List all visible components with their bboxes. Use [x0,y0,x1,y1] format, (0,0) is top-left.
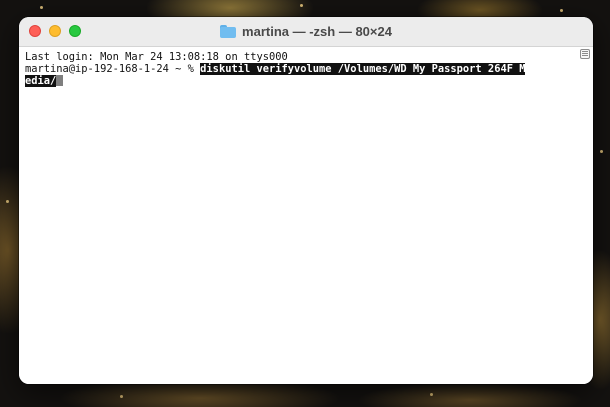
terminal-window: martina — -zsh — 80×24 Last login: Mon M… [19,17,593,384]
minimize-button[interactable] [49,25,61,37]
command-line: martina@ip-192-168-1-24 ~ % diskutil ver… [25,63,587,75]
desktop-light [300,4,303,7]
desktop-light [6,200,9,203]
desktop-light [600,150,603,153]
desktop-light [40,6,43,9]
desktop-light [120,395,123,398]
last-login-line: Last login: Mon Mar 24 13:08:18 on ttys0… [25,51,587,63]
folder-icon [220,25,237,38]
desktop-light [430,393,433,396]
desktop-light [560,9,563,12]
window-controls [29,25,81,37]
command-line-wrap: edia/ [25,75,587,87]
close-button[interactable] [29,25,41,37]
prompt: martina@ip-192-168-1-24 ~ % [25,63,201,75]
selected-command-continuation[interactable]: edia/ [25,75,57,87]
zoom-button[interactable] [69,25,81,37]
title-group: martina — -zsh — 80×24 [220,24,392,39]
window-title: martina — -zsh — 80×24 [242,24,392,39]
selected-command[interactable]: diskutil verifyvolume /Volumes/WD My Pas… [200,63,526,75]
text-cursor [56,75,63,86]
marks-icon[interactable] [580,49,590,59]
title-bar[interactable]: martina — -zsh — 80×24 [19,17,593,47]
last-login-text: Last login: Mon Mar 24 13:08:18 on ttys0… [25,51,288,63]
terminal-content[interactable]: Last login: Mon Mar 24 13:08:18 on ttys0… [19,47,593,384]
